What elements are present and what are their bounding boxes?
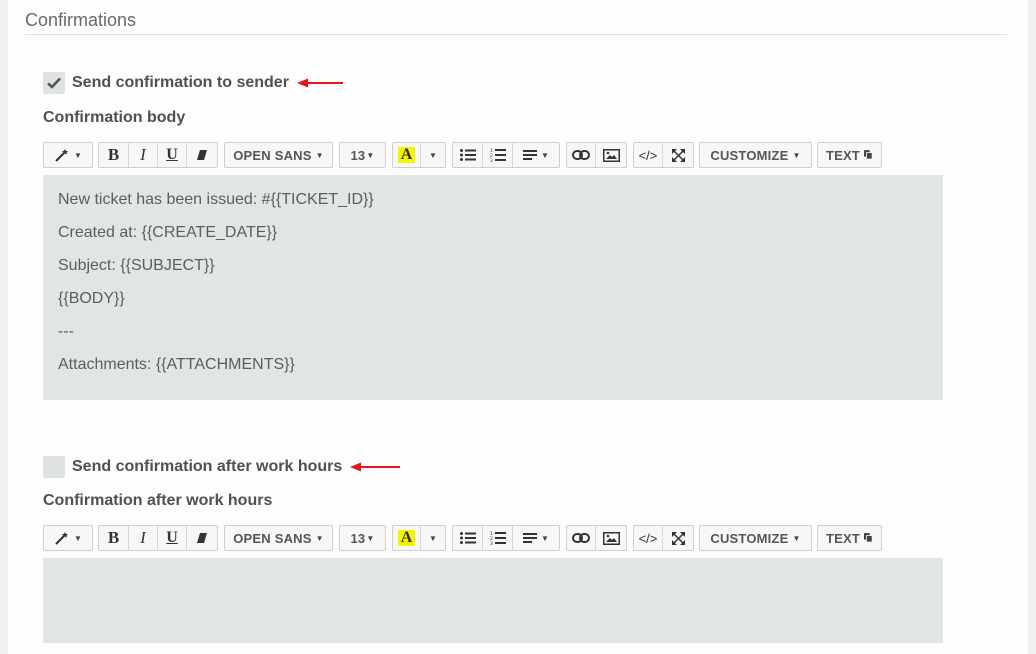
- svg-text:3: 3: [490, 541, 493, 545]
- code-view-button[interactable]: </>: [634, 143, 663, 167]
- font-size-dropdown[interactable]: 13 ▼: [340, 143, 385, 167]
- section-title: Confirmations: [25, 10, 137, 30]
- code-view-label: </>: [638, 530, 658, 546]
- unordered-list-icon: [459, 532, 476, 544]
- customize-label: CUSTOMIZE: [710, 530, 789, 546]
- unordered-list-icon: [459, 149, 476, 161]
- customize-dropdown[interactable]: CUSTOMIZE ▼: [700, 143, 811, 167]
- send-confirmation-row: Send confirmation to sender: [43, 72, 343, 94]
- confirmation-body-label: Confirmation body: [43, 109, 186, 126]
- bold-label: B: [107, 528, 120, 547]
- highlight-dropdown[interactable]: ▼: [421, 526, 445, 550]
- ordered-list-button[interactable]: 123: [483, 143, 513, 167]
- font-family-dropdown[interactable]: OPEN SANS ▼: [225, 526, 332, 550]
- align-dropdown[interactable]: ▼: [513, 143, 559, 167]
- after-hours-checkbox[interactable]: [43, 456, 65, 478]
- style-button[interactable]: ▼: [44, 526, 92, 550]
- editor-line: {{BODY}}: [58, 290, 125, 307]
- font-family-label: OPEN SANS: [233, 530, 312, 546]
- image-icon: [602, 531, 620, 545]
- ordered-list-button[interactable]: 123: [483, 526, 513, 550]
- font-size-label: 13: [350, 530, 366, 546]
- text-paste-label: TEXT: [826, 530, 861, 546]
- checkmark-icon: [47, 77, 61, 89]
- customize-dropdown[interactable]: CUSTOMIZE ▼: [700, 526, 811, 550]
- image-icon: [602, 148, 620, 162]
- highlight-dropdown[interactable]: ▼: [421, 143, 445, 167]
- editor-line: ---: [58, 323, 74, 340]
- section-divider: [25, 34, 1007, 35]
- link-icon: [572, 533, 590, 543]
- font-size-dropdown[interactable]: 13 ▼: [340, 526, 385, 550]
- clear-format-button[interactable]: [187, 143, 217, 167]
- ordered-list-icon: 123: [490, 531, 506, 545]
- underline-label: U: [166, 529, 178, 546]
- customize-label: CUSTOMIZE: [710, 147, 789, 163]
- red-arrow-icon: [350, 462, 401, 472]
- font-size-label: 13: [350, 147, 366, 163]
- magic-wand-icon: [55, 532, 69, 545]
- after-hours-label[interactable]: Send confirmation after work hours: [72, 458, 342, 476]
- ordered-list-icon: 123: [490, 148, 506, 162]
- copy-icon: [864, 533, 873, 543]
- send-confirmation-checkbox[interactable]: [43, 72, 65, 94]
- code-view-button[interactable]: </>: [634, 526, 663, 550]
- align-icon: [523, 150, 538, 160]
- align-icon: [523, 533, 538, 543]
- text-paste-button[interactable]: TEXT: [818, 526, 881, 550]
- underline-button[interactable]: U: [158, 143, 187, 167]
- clear-format-button[interactable]: [187, 526, 217, 550]
- highlight-label: A: [397, 530, 416, 546]
- send-confirmation-label[interactable]: Send confirmation to sender: [72, 74, 289, 92]
- bold-button[interactable]: B: [99, 526, 129, 550]
- editor-line: Created at: {{CREATE_DATE}}: [58, 224, 278, 241]
- fullscreen-button[interactable]: [663, 143, 693, 167]
- italic-button[interactable]: I: [129, 143, 158, 167]
- magic-wand-icon: [55, 149, 69, 162]
- bold-button[interactable]: B: [99, 143, 129, 167]
- link-button[interactable]: [567, 143, 596, 167]
- copy-icon: [864, 150, 873, 160]
- highlight-button[interactable]: A: [393, 143, 421, 167]
- highlight-button[interactable]: A: [393, 526, 421, 550]
- after-hours-field-label: Confirmation after work hours: [43, 492, 273, 509]
- italic-label: I: [140, 528, 146, 547]
- underline-button[interactable]: U: [158, 526, 187, 550]
- text-paste-label: TEXT: [826, 147, 861, 163]
- form-panel: Confirmations Send confirmation to sende…: [8, 0, 1028, 654]
- image-button[interactable]: [596, 143, 626, 167]
- code-view-label: </>: [638, 147, 658, 163]
- fullscreen-icon: [671, 148, 685, 162]
- after-hours-row: Send confirmation after work hours: [43, 456, 401, 478]
- editor-line: Subject: {{SUBJECT}}: [58, 257, 215, 274]
- eraser-icon: [197, 150, 207, 160]
- align-dropdown[interactable]: ▼: [513, 526, 559, 550]
- underline-label: U: [166, 146, 178, 163]
- bold-label: B: [107, 145, 120, 164]
- red-arrow-icon: [296, 78, 343, 88]
- link-icon: [572, 150, 590, 160]
- editor-line: New ticket has been issued: #{{TICKET_ID…: [58, 191, 374, 208]
- confirmation-body-editor[interactable]: New ticket has been issued: #{{TICKET_ID…: [43, 175, 943, 400]
- text-paste-button[interactable]: TEXT: [818, 143, 881, 167]
- style-button[interactable]: ▼: [44, 143, 92, 167]
- italic-label: I: [140, 145, 146, 164]
- svg-text:3: 3: [490, 158, 493, 162]
- font-family-dropdown[interactable]: OPEN SANS ▼: [225, 143, 332, 167]
- unordered-list-button[interactable]: [453, 526, 483, 550]
- eraser-icon: [197, 533, 207, 543]
- fullscreen-button[interactable]: [663, 526, 693, 550]
- highlight-label: A: [397, 147, 416, 163]
- unordered-list-button[interactable]: [453, 143, 483, 167]
- fullscreen-icon: [671, 531, 685, 545]
- after-hours-editor[interactable]: [43, 558, 943, 643]
- editor-line: Attachments: {{ATTACHMENTS}}: [58, 356, 295, 373]
- link-button[interactable]: [567, 526, 596, 550]
- font-family-label: OPEN SANS: [233, 147, 312, 163]
- italic-button[interactable]: I: [129, 526, 158, 550]
- image-button[interactable]: [596, 526, 626, 550]
